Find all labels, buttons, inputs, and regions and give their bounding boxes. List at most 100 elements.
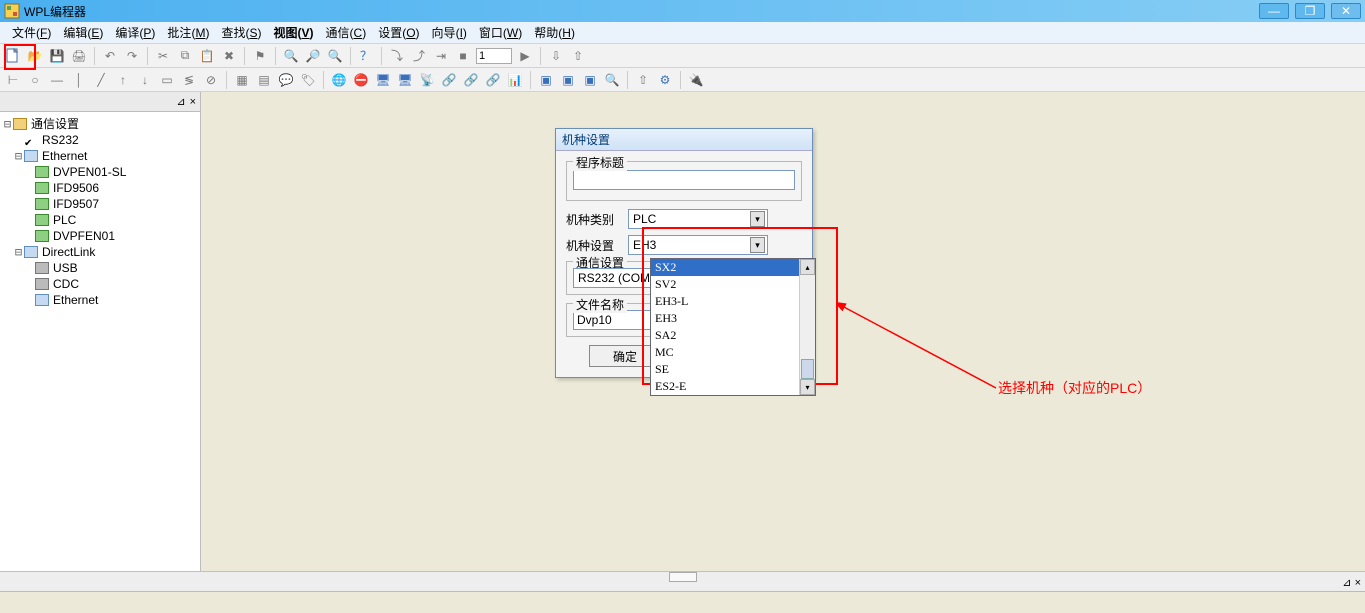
ladder-coil-icon[interactable]: ○ bbox=[26, 71, 44, 89]
search2-icon[interactable]: 🔍 bbox=[603, 71, 621, 89]
dropdown-option[interactable]: EH3-L bbox=[651, 293, 815, 310]
step-into-icon[interactable]: ⤵ bbox=[388, 47, 406, 65]
redo-icon[interactable]: ↷ bbox=[123, 47, 141, 65]
zoom-icon[interactable]: 🔍 bbox=[282, 47, 300, 65]
dropdown-option[interactable]: SE bbox=[651, 361, 815, 378]
maximize-button[interactable]: ❐ bbox=[1295, 3, 1325, 19]
dropdown-option[interactable]: ES2-E bbox=[651, 378, 815, 395]
stop-sign-icon[interactable]: ⛔ bbox=[352, 71, 370, 89]
comment-icon[interactable]: 💬 bbox=[277, 71, 295, 89]
zoom-in-icon[interactable]: 🔎 bbox=[304, 47, 322, 65]
tree-root[interactable]: ⊟通信设置 bbox=[2, 116, 198, 132]
menu-view[interactable]: 视图(V) bbox=[267, 22, 319, 43]
label-icon[interactable]: 🏷 bbox=[299, 71, 317, 89]
right-pin-icon[interactable]: ⊿ × bbox=[1342, 576, 1361, 589]
dropdown-option[interactable]: SV2 bbox=[651, 276, 815, 293]
ladder-rising-icon[interactable]: ↑ bbox=[114, 71, 132, 89]
category-combo[interactable]: PLC ▾ bbox=[628, 209, 768, 229]
step-value-input[interactable] bbox=[476, 48, 512, 64]
dropdown-option[interactable]: SA2 bbox=[651, 327, 815, 344]
link1-icon[interactable]: 🔗 bbox=[440, 71, 458, 89]
monitor2-icon[interactable]: 🖥 bbox=[396, 71, 414, 89]
ladder-inv-icon[interactable]: ⊘ bbox=[202, 71, 220, 89]
close-button[interactable]: ✕ bbox=[1331, 3, 1361, 19]
dropdown-option[interactable]: EH3 bbox=[651, 310, 815, 327]
tree-ethernet[interactable]: ⊟Ethernet bbox=[2, 148, 198, 164]
dialog-title-bar[interactable]: 机种设置 bbox=[556, 129, 812, 151]
connect-icon[interactable]: 🔌 bbox=[687, 71, 705, 89]
stop-icon[interactable]: ■ bbox=[454, 47, 472, 65]
device1-icon[interactable]: ▣ bbox=[537, 71, 555, 89]
menu-search[interactable]: 查找(S) bbox=[215, 22, 267, 43]
zoom-out-icon[interactable]: 🔍 bbox=[326, 47, 344, 65]
step-over-icon[interactable]: ⤴ bbox=[410, 47, 428, 65]
flag-icon[interactable]: ⚑ bbox=[251, 47, 269, 65]
new-file-button[interactable] bbox=[4, 47, 22, 65]
copy-icon[interactable]: ⧉ bbox=[176, 47, 194, 65]
comm-tree[interactable]: ⊟通信设置 RS232 ⊟Ethernet DVPEN01-SL IFD9506… bbox=[0, 112, 200, 571]
chevron-down-icon[interactable]: ▾ bbox=[750, 211, 765, 227]
help-icon[interactable]: ？ bbox=[357, 47, 375, 65]
minimize-button[interactable]: — bbox=[1259, 3, 1289, 19]
open-icon[interactable]: 📂 bbox=[26, 47, 44, 65]
delete-icon[interactable]: ✖ bbox=[220, 47, 238, 65]
link2-icon[interactable]: 🔗 bbox=[462, 71, 480, 89]
tree-ifd9507[interactable]: IFD9507 bbox=[2, 196, 198, 212]
menu-window[interactable]: 窗口(W) bbox=[473, 22, 528, 43]
upload-icon[interactable]: ⇧ bbox=[634, 71, 652, 89]
machine-dropdown[interactable]: SX2 SV2 EH3-L EH3 SA2 MC SE ES2-E ▴ ▾ bbox=[650, 258, 816, 396]
dropdown-option[interactable]: MC bbox=[651, 344, 815, 361]
machine-combo[interactable]: EH3 ▾ bbox=[628, 235, 768, 255]
tree-ethernet2[interactable]: Ethernet bbox=[2, 292, 198, 308]
monitor1-icon[interactable]: 🖥 bbox=[374, 71, 392, 89]
save-icon[interactable]: 💾 bbox=[48, 47, 66, 65]
step-out-icon[interactable]: ⇥ bbox=[432, 47, 450, 65]
tree-ifd9506[interactable]: IFD9506 bbox=[2, 180, 198, 196]
scroll-thumb[interactable] bbox=[801, 359, 814, 379]
menu-setup[interactable]: 设置(O) bbox=[372, 22, 425, 43]
comm-combo[interactable]: RS232 (COM3 bbox=[573, 268, 657, 288]
tree-cdc[interactable]: CDC bbox=[2, 276, 198, 292]
ladder-contact-icon[interactable]: ⊢ bbox=[4, 71, 22, 89]
menu-edit[interactable]: 编辑(E) bbox=[57, 22, 109, 43]
program-title-input[interactable] bbox=[573, 170, 795, 190]
tree-dvpen01sl[interactable]: DVPEN01-SL bbox=[2, 164, 198, 180]
menu-comment[interactable]: 批注(M) bbox=[161, 22, 215, 43]
menu-comm[interactable]: 通信(C) bbox=[320, 22, 373, 43]
menu-help[interactable]: 帮助(H) bbox=[528, 22, 581, 43]
ladder-falling-icon[interactable]: ↓ bbox=[136, 71, 154, 89]
ladder-vert-icon[interactable]: │ bbox=[70, 71, 88, 89]
ladder-not-icon[interactable]: ╱ bbox=[92, 71, 110, 89]
ladder-func-icon[interactable]: ▭ bbox=[158, 71, 176, 89]
print-icon[interactable]: 🖨 bbox=[70, 47, 88, 65]
dropdown-scrollbar[interactable]: ▴ ▾ bbox=[799, 259, 815, 395]
undo-icon[interactable]: ↶ bbox=[101, 47, 119, 65]
link3-icon[interactable]: 🔗 bbox=[484, 71, 502, 89]
settings-icon[interactable]: ⚙ bbox=[656, 71, 674, 89]
plc-read-icon[interactable]: ⇧ bbox=[569, 47, 587, 65]
tree-plc[interactable]: PLC bbox=[2, 212, 198, 228]
sidebar-pin-icon[interactable]: ⊿ bbox=[174, 95, 187, 108]
chevron-down-icon[interactable]: ▾ bbox=[750, 237, 765, 253]
menu-wizard[interactable]: 向导(I) bbox=[426, 22, 473, 43]
menu-file[interactable]: 文件(F) bbox=[6, 22, 57, 43]
grid-icon[interactable]: ▦ bbox=[233, 71, 251, 89]
device3-icon[interactable]: ▣ bbox=[581, 71, 599, 89]
globe-icon[interactable]: 🌐 bbox=[330, 71, 348, 89]
table-icon[interactable]: ▤ bbox=[255, 71, 273, 89]
dropdown-option[interactable]: SX2 bbox=[651, 259, 815, 276]
plc-write-icon[interactable]: ⇩ bbox=[547, 47, 565, 65]
antenna-icon[interactable]: 📡 bbox=[418, 71, 436, 89]
scroll-up-icon[interactable]: ▴ bbox=[800, 259, 815, 275]
tree-usb[interactable]: USB bbox=[2, 260, 198, 276]
run-icon[interactable]: ▶ bbox=[516, 47, 534, 65]
tree-directlink[interactable]: ⊟DirectLink bbox=[2, 244, 198, 260]
sidebar-close-icon[interactable]: × bbox=[188, 96, 198, 108]
cut-icon[interactable]: ✂ bbox=[154, 47, 172, 65]
filename-input[interactable] bbox=[573, 310, 657, 330]
tree-rs232[interactable]: RS232 bbox=[2, 132, 198, 148]
paste-icon[interactable]: 📋 bbox=[198, 47, 216, 65]
ladder-line-icon[interactable]: — bbox=[48, 71, 66, 89]
device2-icon[interactable]: ▣ bbox=[559, 71, 577, 89]
tree-dvpfen01[interactable]: DVPFEN01 bbox=[2, 228, 198, 244]
